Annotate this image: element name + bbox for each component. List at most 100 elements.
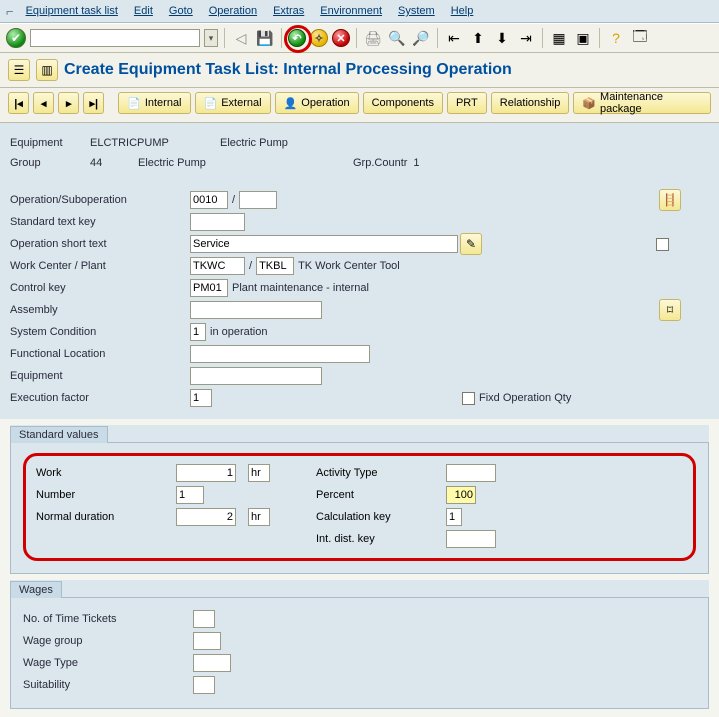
find-icon[interactable]: 🔍	[387, 28, 407, 48]
menu-goto[interactable]: Goto	[161, 3, 201, 19]
standard-toolbar: ✔ ▾ ◁ 💾 ↶ ✧ ✕ 🖨 🔍 🔎 ⇤ ⬆ ⬇ ⇥ ▦ ▣ ? 🗔	[0, 23, 719, 53]
layout-icon[interactable]: 🗔	[630, 28, 650, 48]
standard-values-highlight: Work Activity Type Number Percent Normal…	[23, 453, 696, 561]
menu-system[interactable]: System	[390, 3, 443, 19]
print-icon[interactable]: 🖨	[363, 28, 383, 48]
tab-first-icon[interactable]: |◂	[8, 92, 29, 114]
assembly-input[interactable]	[190, 301, 322, 319]
command-input[interactable]	[30, 29, 200, 47]
menu-equipment-task-list[interactable]: Equipment task list	[18, 3, 126, 19]
tab-prev-icon[interactable]: ◂	[33, 92, 54, 114]
last-page-icon[interactable]: ⇥	[516, 28, 536, 48]
time-tickets-input[interactable]	[193, 610, 215, 628]
system-condition-input[interactable]	[190, 323, 206, 341]
tab-internal[interactable]: 📄Internal	[118, 92, 190, 114]
short-text-checkbox[interactable]	[656, 238, 669, 251]
op-separator: /	[232, 194, 235, 206]
number-label: Number	[36, 489, 176, 501]
first-page-icon[interactable]: ⇤	[444, 28, 464, 48]
standard-text-key-input[interactable]	[190, 213, 245, 231]
tab-next-icon[interactable]: ▸	[58, 92, 79, 114]
equipment-field-input[interactable]	[190, 367, 322, 385]
work-unit-input[interactable]	[248, 464, 270, 482]
plant-input[interactable]	[256, 257, 294, 275]
fixd-operation-qty-checkbox[interactable]	[462, 392, 475, 405]
percent-input[interactable]	[446, 486, 476, 504]
operation-short-text-input[interactable]	[190, 235, 458, 253]
prev-page-icon[interactable]: ⬆	[468, 28, 488, 48]
functional-location-input[interactable]	[190, 345, 370, 363]
back-icon[interactable]: ↶	[288, 29, 306, 47]
save-icon[interactable]: 💾	[255, 28, 275, 48]
system-condition-label: System Condition	[10, 326, 190, 338]
execution-factor-input[interactable]	[190, 389, 212, 407]
enter-icon[interactable]: ✔	[6, 28, 26, 48]
control-key-input[interactable]	[190, 279, 228, 297]
work-center-input[interactable]	[190, 257, 245, 275]
shortcut-icon[interactable]: ▣	[573, 28, 593, 48]
tab-last-icon[interactable]: ▸|	[83, 92, 104, 114]
control-key-desc: Plant maintenance - internal	[232, 282, 369, 294]
activity-type-label: Activity Type	[316, 467, 446, 479]
menu-edit[interactable]: Edit	[126, 3, 161, 19]
normal-duration-input[interactable]	[176, 508, 236, 526]
group-value: 44	[90, 157, 138, 169]
task-list-header-icon[interactable]: ☰	[8, 59, 30, 81]
nav-left-icon[interactable]: ◁	[231, 28, 251, 48]
tab-components[interactable]: Components	[363, 92, 443, 114]
suitability-input[interactable]	[193, 676, 215, 694]
command-dropdown-icon[interactable]: ▾	[204, 29, 218, 47]
work-input[interactable]	[176, 464, 236, 482]
operation-input[interactable]	[190, 191, 228, 209]
wage-group-input[interactable]	[193, 632, 221, 650]
new-session-icon[interactable]: ▦	[549, 28, 569, 48]
app-corner-icon: ⌐	[6, 4, 14, 19]
long-text-icon[interactable]: ✎	[460, 233, 482, 255]
equipment-desc: Electric Pump	[220, 137, 288, 149]
next-page-icon[interactable]: ⬇	[492, 28, 512, 48]
suboperation-input[interactable]	[239, 191, 277, 209]
exit-icon[interactable]: ✧	[310, 29, 328, 47]
tab-relationship[interactable]: Relationship	[491, 92, 570, 114]
tab-label: Components	[372, 97, 434, 109]
object-overview-icon[interactable]: ▥	[36, 59, 58, 81]
help-icon[interactable]: ?	[606, 28, 626, 48]
tab-label: PRT	[456, 97, 478, 109]
calculation-key-input[interactable]	[446, 508, 462, 526]
equipment-label: Equipment	[10, 137, 90, 149]
internal-icon: 📄	[127, 97, 141, 110]
menu-environment[interactable]: Environment	[312, 3, 390, 19]
find-next-icon[interactable]: 🔎	[411, 28, 431, 48]
int-dist-key-input[interactable]	[446, 530, 496, 548]
tab-label: External	[221, 97, 261, 109]
wage-type-input[interactable]	[193, 654, 231, 672]
operation-overview-icon[interactable]: 🪜	[659, 189, 681, 211]
tab-operation[interactable]: 👤Operation	[275, 92, 359, 114]
wages-panel: Wages No. of Time Tickets Wage group Wag…	[10, 580, 709, 709]
menu-help[interactable]: Help	[443, 3, 482, 19]
tab-maintenance-package[interactable]: 📦Maintenance package	[573, 92, 711, 114]
system-condition-desc: in operation	[210, 326, 268, 338]
grpcountr-label: Grp.Countr	[353, 157, 407, 169]
activity-type-input[interactable]	[446, 464, 496, 482]
menu-operation[interactable]: Operation	[201, 3, 265, 19]
group-label: Group	[10, 157, 90, 169]
wage-type-label: Wage Type	[23, 657, 193, 669]
work-label: Work	[36, 467, 176, 479]
structure-icon[interactable]: ⌑	[659, 299, 681, 321]
normal-duration-label: Normal duration	[36, 511, 176, 523]
title-bar: ☰ ▥ Create Equipment Task List: Internal…	[0, 53, 719, 88]
time-tickets-label: No. of Time Tickets	[23, 613, 193, 625]
group-desc: Electric Pump	[138, 157, 353, 169]
menu-extras[interactable]: Extras	[265, 3, 312, 19]
wages-title: Wages	[10, 581, 62, 598]
normal-duration-unit-input[interactable]	[248, 508, 270, 526]
number-input[interactable]	[176, 486, 204, 504]
cancel-icon[interactable]: ✕	[332, 29, 350, 47]
tab-prt[interactable]: PRT	[447, 92, 487, 114]
work-center-desc: TK Work Center Tool	[298, 260, 400, 272]
operation-short-text-label: Operation short text	[10, 238, 190, 250]
wc-separator: /	[249, 260, 252, 272]
tab-external[interactable]: 📄External	[195, 92, 271, 114]
operation-icon: 👤	[284, 97, 298, 110]
